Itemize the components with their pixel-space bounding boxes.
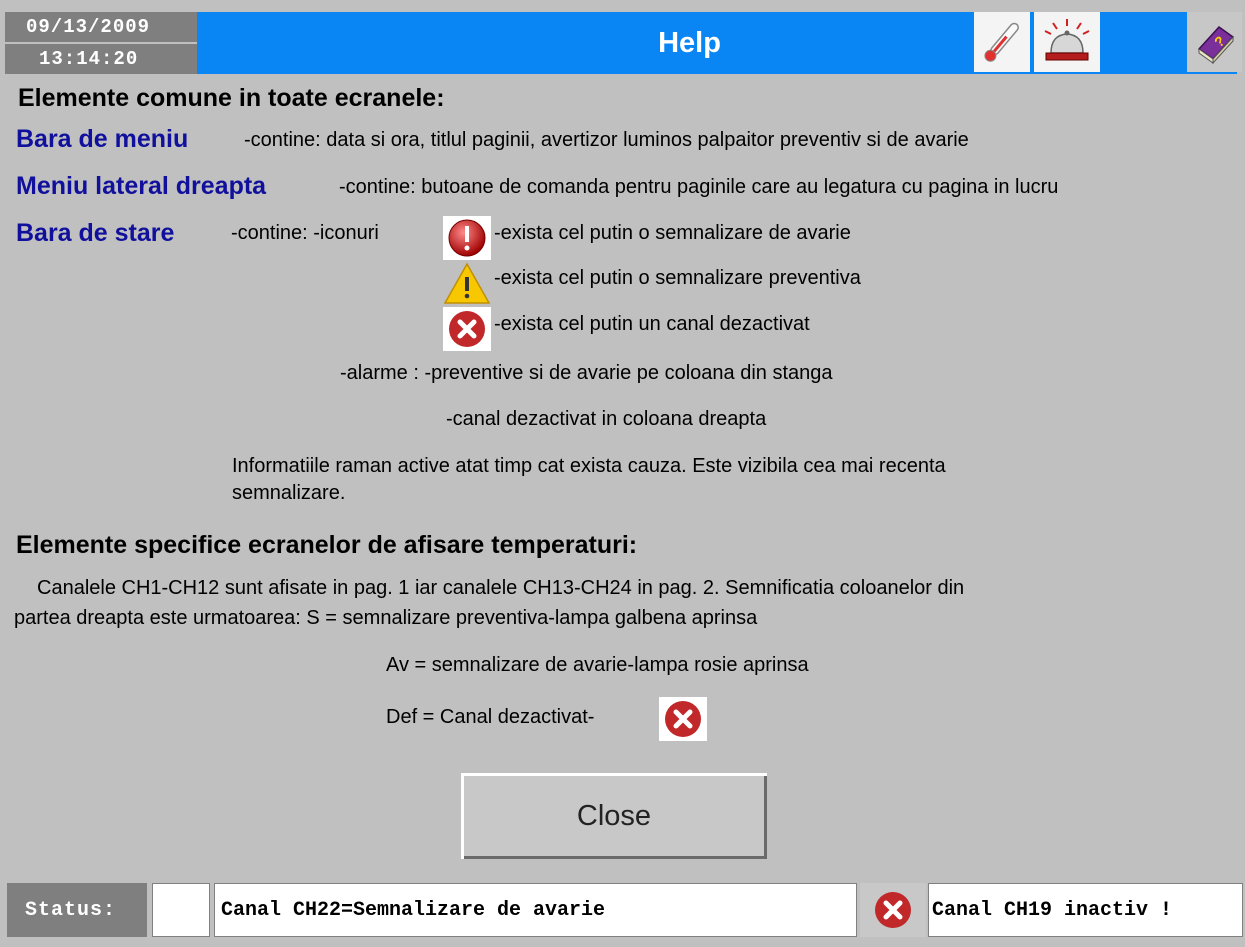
menu-bar: 09/13/2009 13:14:20 Help ?: [0, 0, 1245, 76]
desc-alarms: -alarme : -preventive si de avarie pe co…: [340, 362, 833, 384]
alarm-bell-button[interactable]: [1034, 12, 1100, 72]
channel-disabled-icon: [449, 311, 485, 347]
status-disabled-icon-cell: [860, 883, 926, 937]
para-line-1: Canalele CH1-CH12 sunt afisate in pag. 1…: [37, 577, 965, 599]
warning-icon: [443, 262, 491, 304]
desc-menu-bar: -contine: data si ora, titlul paginii, a…: [244, 129, 969, 151]
status-alarm-message[interactable]: Canal CH22=Semnalizare de avarie: [214, 883, 857, 937]
date-display: 09/13/2009: [5, 12, 197, 42]
term-side-menu: Meniu lateral dreapta: [16, 172, 267, 200]
section-heading-common: Elemente comune in toate ecranele:: [18, 84, 445, 112]
channel-disabled-icon: [665, 701, 701, 737]
term-status-bar: Bara de stare: [16, 219, 175, 247]
channel-disabled-icon: [875, 892, 911, 928]
def-line: Def = Canal dezactivat-: [386, 706, 595, 728]
desc-disabled-icon: -exista cel putin un canal dezactivat: [494, 313, 810, 335]
desc-status-bar: -contine: -iconuri: [231, 222, 379, 244]
time-display: 13:14:20: [5, 44, 197, 74]
def-icon-box: [659, 697, 707, 741]
section-heading-specific: Elemente specifice ecranelor de afisare …: [16, 531, 638, 559]
term-menu-bar: Bara de meniu: [16, 125, 189, 153]
desc-side-menu: -contine: butoane de comanda pentru pagi…: [339, 176, 1059, 198]
desc-alarms-right: -canal dezactivat in coloana dreapta: [446, 408, 767, 430]
desc-warning-icon: -exista cel putin o semnalizare preventi…: [494, 267, 861, 289]
alarm-icon-box: [443, 216, 491, 260]
para-line-2: partea dreapta este urmatoarea: S = semn…: [14, 607, 758, 629]
page-title: Help: [658, 26, 721, 59]
help-book-icon: ?: [1197, 26, 1234, 65]
help-book-button[interactable]: ?: [1187, 12, 1242, 72]
status-bar: Status: Canal CH22=Semnalizare de avarie…: [0, 873, 1245, 947]
thermometer-icon: [984, 22, 1019, 62]
warning-icon-box: [443, 261, 491, 305]
status-indicator-cell: [152, 883, 210, 937]
alarm-icon: [448, 219, 486, 257]
status-label: Status:: [7, 883, 147, 937]
info-line-2: semnalizare.: [232, 482, 346, 504]
info-line-1: Informatiile raman active atat timp cat …: [232, 455, 946, 477]
status-channel-message[interactable]: Canal CH19 inactiv !: [928, 883, 1243, 937]
av-line: Av = semnalizare de avarie-lampa rosie a…: [386, 654, 809, 676]
close-button[interactable]: Close: [461, 773, 767, 859]
alarm-bell-icon: [1044, 19, 1090, 61]
disabled-icon-box: [443, 307, 491, 351]
desc-alarm-icon: -exista cel putin o semnalizare de avari…: [494, 222, 851, 244]
thermometer-button[interactable]: [974, 12, 1030, 72]
